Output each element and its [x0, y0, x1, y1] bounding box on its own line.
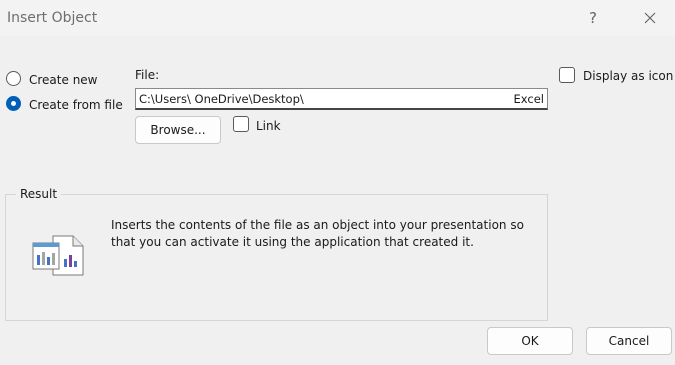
- create-new-radio[interactable]: [6, 71, 21, 86]
- title-bar: Insert Object ?: [0, 0, 675, 36]
- file-label: File:: [135, 68, 160, 82]
- create-new-label[interactable]: Create new: [29, 73, 98, 87]
- result-legend: Result: [16, 187, 62, 201]
- close-button[interactable]: [638, 6, 662, 30]
- display-as-icon-checkbox[interactable]: [559, 67, 575, 83]
- result-description: Inserts the contents of the file as an o…: [111, 218, 524, 249]
- create-from-file-radio[interactable]: [6, 96, 21, 111]
- file-path-suffix: Excel: [513, 92, 544, 106]
- cancel-button[interactable]: Cancel: [586, 327, 672, 355]
- file-path-value: C:\Users\ OneDrive\Desktop\: [139, 92, 304, 106]
- ok-button[interactable]: OK: [487, 327, 573, 355]
- link-label[interactable]: Link: [256, 119, 281, 133]
- close-icon: [644, 12, 656, 24]
- file-path-input[interactable]: C:\Users\ OneDrive\Desktop\ Excel: [135, 88, 548, 110]
- create-from-file-label[interactable]: Create from file: [29, 98, 123, 112]
- result-group: Result Inserts the contents of the file …: [5, 187, 548, 321]
- link-checkbox[interactable]: [233, 116, 249, 132]
- browse-button[interactable]: Browse...: [135, 116, 221, 144]
- dialog-title: Insert Object: [7, 10, 98, 26]
- embedded-file-icon: [31, 233, 87, 282]
- help-button[interactable]: ?: [581, 6, 605, 30]
- display-as-icon-label[interactable]: Display as icon: [583, 69, 673, 83]
